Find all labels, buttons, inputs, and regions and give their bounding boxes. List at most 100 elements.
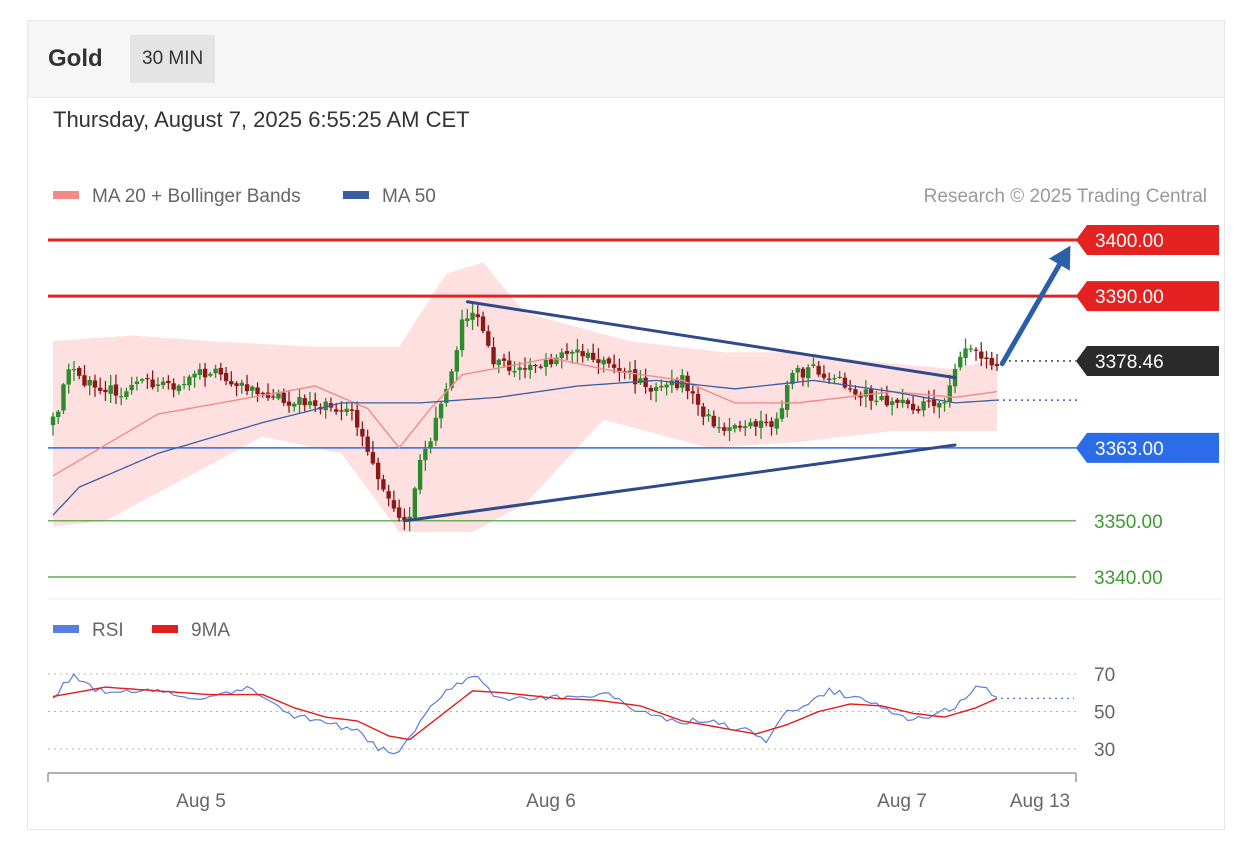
candle-body [344, 408, 349, 413]
candle-body [659, 385, 664, 388]
candle-body [575, 349, 580, 353]
candle-body [244, 384, 250, 392]
candle-body [459, 319, 465, 351]
candle-body [601, 359, 606, 365]
candle-body [313, 400, 318, 406]
candle-body [61, 384, 66, 411]
candle-body [365, 436, 370, 452]
last-price-label: 3378.46 [1095, 352, 1164, 373]
candle-body [428, 441, 433, 449]
candle-body [910, 403, 916, 411]
candle-body [664, 384, 669, 388]
candle-body [643, 377, 648, 388]
candle-body [339, 410, 344, 412]
candle-body [218, 367, 224, 375]
rsi-level-label: 70 [1094, 665, 1115, 686]
candle-body [66, 369, 71, 385]
candle-body [706, 414, 711, 417]
candle-body [56, 411, 61, 417]
candle-body [549, 359, 554, 365]
candle-body [779, 408, 785, 419]
candle-body [638, 378, 643, 384]
candle-body [412, 488, 418, 518]
candle-body [202, 368, 208, 378]
resistance-level-label: 3400.00 [1095, 231, 1164, 252]
candle-body [590, 352, 596, 360]
candle-body [50, 416, 56, 426]
candle-body [900, 399, 905, 404]
candle-body [281, 392, 286, 403]
candle-body [386, 491, 391, 499]
candle-body [522, 368, 528, 370]
candle-body [208, 373, 213, 376]
candle-body [753, 421, 758, 427]
candle-body [354, 410, 360, 428]
rsi-level-label: 30 [1094, 740, 1115, 761]
time-axis-label: Aug 7 [877, 791, 927, 812]
pivot-level-label: 3363.00 [1095, 439, 1164, 460]
candle-body [475, 314, 480, 318]
candle-body [223, 373, 229, 382]
candle-body [292, 403, 297, 407]
candle-body [926, 400, 932, 402]
candle-body [984, 357, 989, 360]
chart-legend: MA 20 + Bollinger Bands MA 50 Research ©… [53, 186, 1207, 207]
candle-body [82, 375, 87, 386]
candle-body [758, 420, 764, 428]
candle-body [611, 364, 617, 368]
candle-body [596, 359, 601, 363]
candle-body [973, 349, 979, 351]
rsi-ma-line [52, 686, 998, 741]
candle-body [884, 395, 890, 406]
candle-body [166, 380, 171, 384]
candle-body [543, 359, 549, 368]
time-axis-label: Aug 13 [1010, 791, 1070, 812]
candle-body [947, 385, 952, 402]
candle-body [847, 388, 853, 390]
candle-body [889, 401, 895, 406]
chart-credit: Research © 2025 Trading Central [924, 186, 1207, 207]
candle-body [716, 427, 722, 429]
candle-body [722, 427, 727, 431]
candle-body [585, 352, 591, 358]
rsi-legend: RSI 9MA [53, 620, 230, 641]
candle-body [307, 401, 313, 406]
candle-body [334, 409, 339, 412]
legend-rsi-ma-swatch [152, 625, 178, 633]
candle-body [250, 386, 255, 391]
candle-body [255, 387, 260, 395]
candle-body [187, 376, 192, 386]
candle-body [512, 370, 517, 373]
candle-body [239, 382, 244, 386]
candle-body [480, 316, 486, 332]
rsi-level-label: 50 [1094, 703, 1115, 724]
price-chart: MA 20 + Bollinger Bands MA 50 Research ©… [47, 186, 1222, 812]
candle-body [916, 408, 921, 411]
candle-body [769, 421, 774, 427]
candle-body [764, 421, 769, 424]
candle-body [391, 500, 397, 509]
candle-body [748, 422, 753, 427]
candle-body [727, 427, 732, 431]
candle-body [496, 359, 501, 365]
candle-body [737, 425, 743, 428]
candle-body [470, 312, 475, 320]
support-level-label: 3340.00 [1094, 568, 1163, 589]
candle-body [743, 426, 748, 429]
candle-body [674, 379, 680, 388]
candle-body [438, 403, 444, 419]
candle-body [853, 389, 858, 395]
candle-body [160, 381, 166, 386]
candle-body [874, 400, 879, 402]
candle-body [806, 367, 811, 379]
candle-body [533, 364, 538, 367]
legend-ma20-swatch [53, 191, 79, 199]
candle-body [994, 364, 1000, 367]
candle-body [732, 425, 737, 429]
candle-body [701, 406, 706, 417]
candle-body [559, 352, 564, 359]
candle-body [968, 348, 973, 350]
candle-body [103, 389, 108, 393]
candle-body [606, 358, 612, 364]
price-level-labels: 3400.00 3390.00 3378.46 3363.00 3350.00 3340.… [1076, 225, 1219, 589]
